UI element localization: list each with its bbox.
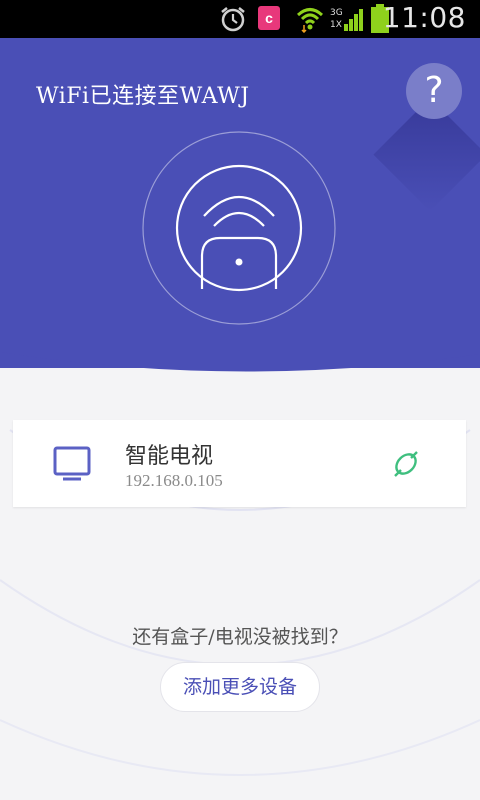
app-notification-icon: c [258,6,280,30]
add-more-devices-button[interactable]: 添加更多设备 [160,662,320,712]
device-name: 智能电视 [125,444,214,469]
status-time: 11:08 [382,1,466,34]
link-icon[interactable] [391,448,421,484]
missing-device-prompt: 还有盒子/电视没被找到？ [132,626,348,648]
wifi-router-graphic [140,128,340,332]
alarm-icon [219,5,247,37]
network-label-3g: 3G [330,8,343,18]
tv-icon [53,446,91,486]
signal-icon: 3G 1X [330,5,364,37]
wifi-header: WiFi已连接至WAWJ ? [0,38,480,368]
connection-status-title: WiFi已连接至WAWJ [36,84,250,109]
network-label-1x: 1X [330,20,342,30]
device-card[interactable]: 智能电视 192.168.0.105 [13,420,466,507]
help-button[interactable]: ? [406,63,462,119]
device-ip: 192.168.0.105 [125,471,223,490]
wifi-icon [296,5,324,37]
status-bar: c 3G 1X 11:08 [0,0,480,38]
